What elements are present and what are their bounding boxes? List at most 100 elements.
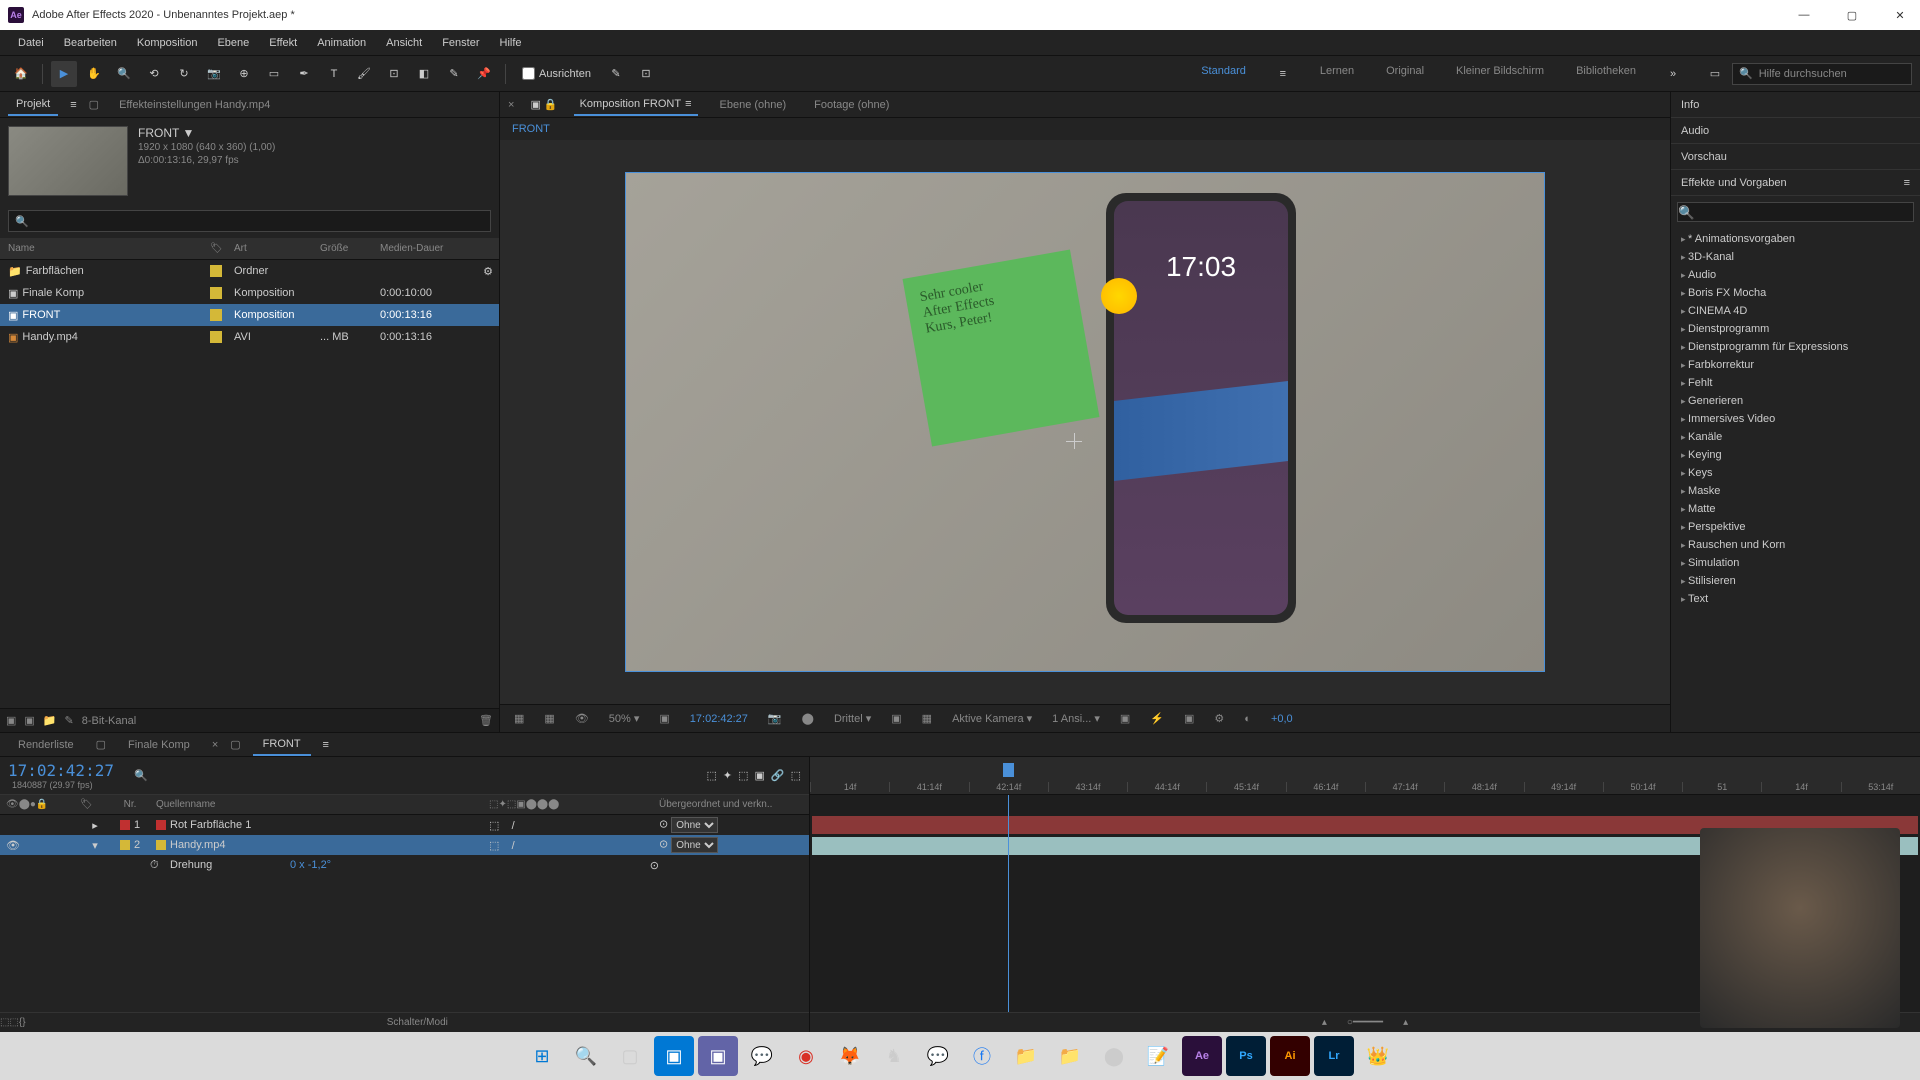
menu-help[interactable]: Hilfe [490,33,532,53]
effects-categories[interactable]: * Animationsvorgaben 3D-Kanal Audio Bori… [1671,228,1920,732]
zoom-out-icon[interactable]: ▴ [1322,1017,1327,1028]
maximize-button[interactable]: ▢ [1840,3,1864,27]
project-item[interactable]: ▣Finale Komp Komposition 0:00:10:00 [0,282,499,304]
project-list[interactable]: 📁Farbflächen Ordner ⚙ ▣Finale Komp Kompo… [0,260,499,708]
timeline-icon[interactable]: ▣ [1178,710,1200,727]
messenger-icon[interactable]: 💬 [918,1036,958,1076]
adjust-icon[interactable]: ✎ [65,714,74,727]
selection-tool[interactable]: ▶ [51,61,77,87]
tl-btn-6[interactable]: ⬚ [791,769,801,782]
new-folder-icon[interactable]: 📁 [43,714,57,727]
align-checkbox[interactable]: Ausrichten [522,67,591,80]
eraser-tool[interactable]: ◧ [411,61,437,87]
effects-search-input[interactable] [1677,202,1914,222]
anchor-point-icon[interactable] [1066,433,1082,449]
effect-category[interactable]: Rauschen und Korn [1671,536,1920,554]
effect-category[interactable]: Simulation [1671,554,1920,572]
workspace-reset[interactable]: ▭ [1702,61,1728,87]
search-button[interactable]: 🔍 [566,1036,606,1076]
project-search[interactable]: 🔍 [8,210,491,232]
text-tool[interactable]: T [321,61,347,87]
tl-btn-3[interactable]: ⬚ [738,769,748,782]
menu-edit[interactable]: Bearbeiten [54,33,127,53]
safe-zones[interactable]: ▣ [653,710,675,727]
illustrator-icon[interactable]: Ai [1270,1036,1310,1076]
new-comp-icon[interactable]: ▣ [24,714,34,727]
effect-category[interactable]: Keying [1671,446,1920,464]
effect-category[interactable]: Dienstprogramm für Expressions [1671,338,1920,356]
obs-icon[interactable]: ⬤ [1094,1036,1134,1076]
effect-category[interactable]: Stilisieren [1671,572,1920,590]
zoom-in-icon[interactable]: ▴ [1403,1017,1408,1028]
parent-dropdown[interactable]: Ohne [671,837,718,853]
effect-category[interactable]: Keys [1671,464,1920,482]
bit-depth[interactable]: 8-Bit-Kanal [82,715,136,727]
timeline-layer[interactable]: 👁 ▾ 2 Handy.mp4 ⬚ / ⊙ Ohne [0,835,809,855]
panel-effects[interactable]: Effekte und Vorgaben≡ [1671,170,1920,196]
col-name[interactable]: Name [0,243,210,254]
comp-tab-footage[interactable]: Footage (ohne) [808,95,895,115]
zoom-level[interactable]: 50% ▾ [603,710,646,727]
shape-tool[interactable]: ▭ [261,61,287,87]
puppet-tool[interactable]: 📌 [471,61,497,87]
effect-category[interactable]: Perspektive [1671,518,1920,536]
menu-effect[interactable]: Effekt [259,33,307,53]
app-icon[interactable]: ▣ [698,1036,738,1076]
col-size[interactable]: Größe [320,243,380,254]
folder-icon[interactable]: 📁 [1006,1036,1046,1076]
project-tab[interactable]: Projekt [8,94,58,116]
comp-link-icon[interactable]: ▣ 🔒 [530,98,557,111]
workspace-original[interactable]: Original [1378,61,1432,87]
facebook-icon[interactable]: ⓕ [962,1036,1002,1076]
orbit-tool[interactable]: ⟲ [141,61,167,87]
firefox-icon[interactable]: 🦊 [830,1036,870,1076]
home-tool[interactable]: 🏠 [8,61,34,87]
effect-settings-tab[interactable]: Effekteinstellungen Handy.mp4 [111,95,278,115]
rotate-tool[interactable]: ↻ [171,61,197,87]
project-item[interactable]: ▣FRONT Komposition 0:00:13:16 [0,304,499,326]
app-icon[interactable]: ♞ [874,1036,914,1076]
mask-toggle[interactable]: 👁 [569,710,595,727]
playhead[interactable] [1008,795,1009,1012]
workspace-libraries[interactable]: Bibliotheken [1568,61,1644,87]
project-item[interactable]: 📁Farbflächen Ordner ⚙ [0,260,499,282]
parent-dropdown[interactable]: Ohne [671,817,718,833]
effect-category[interactable]: * Animationsvorgaben [1671,230,1920,248]
timeline-property[interactable]: ⏱ Drehung 0 x -1,2° ⊙ [0,855,809,875]
panel-preview[interactable]: Vorschau [1671,144,1920,170]
menu-view[interactable]: Ansicht [376,33,432,53]
tl-toggle-1[interactable]: ⬚ [0,1017,9,1028]
effect-category[interactable]: Dienstprogramm [1671,320,1920,338]
project-item[interactable]: ▣Handy.mp4 AVI ... MB 0:00:13:16 [0,326,499,348]
panel-info[interactable]: Info [1671,92,1920,118]
col-duration[interactable]: Medien-Dauer [380,243,499,254]
tl-btn-2[interactable]: ✦ [723,769,732,782]
transparency-icon[interactable]: ▦ [916,710,938,727]
clone-tool[interactable]: ⊡ [381,61,407,87]
snapshot-icon[interactable]: 📷 [762,710,788,727]
task-view[interactable]: ▢ [610,1036,650,1076]
flowchart-icon[interactable]: ⚙ [1208,710,1230,727]
timeline-tab-finale[interactable]: Finale Komp [118,735,200,755]
effect-category[interactable]: Maske [1671,482,1920,500]
timeline-layer[interactable]: ▸ 1 Rot Farbfläche 1 ⬚ / ⊙ Ohne [0,815,809,835]
effect-category[interactable]: Farbkorrektur [1671,356,1920,374]
effect-category[interactable]: Kanäle [1671,428,1920,446]
trash-icon[interactable]: 🗑 [479,714,493,727]
col-type[interactable]: Art [234,243,320,254]
snap-tool[interactable]: ✎ [603,61,629,87]
menu-file[interactable]: Datei [8,33,54,53]
grid-toggle[interactable]: ▦ [538,710,560,727]
tl-btn-5[interactable]: 🔗 [771,769,785,782]
app-icon[interactable]: ◉ [786,1036,826,1076]
camera-dropdown[interactable]: Aktive Kamera ▾ [946,710,1038,727]
timeline-timecode[interactable]: 17:02:42:27 [8,761,114,780]
timeline-tab-front[interactable]: FRONT [253,734,311,756]
close-button[interactable]: ✕ [1888,3,1912,27]
timeline-search[interactable]: 🔍 [134,769,148,782]
whatsapp-icon[interactable]: 💬 [742,1036,782,1076]
menu-window[interactable]: Fenster [432,33,489,53]
workspace-learn[interactable]: Lernen [1312,61,1362,87]
effect-category[interactable]: Generieren [1671,392,1920,410]
hand-tool[interactable]: ✋ [81,61,107,87]
